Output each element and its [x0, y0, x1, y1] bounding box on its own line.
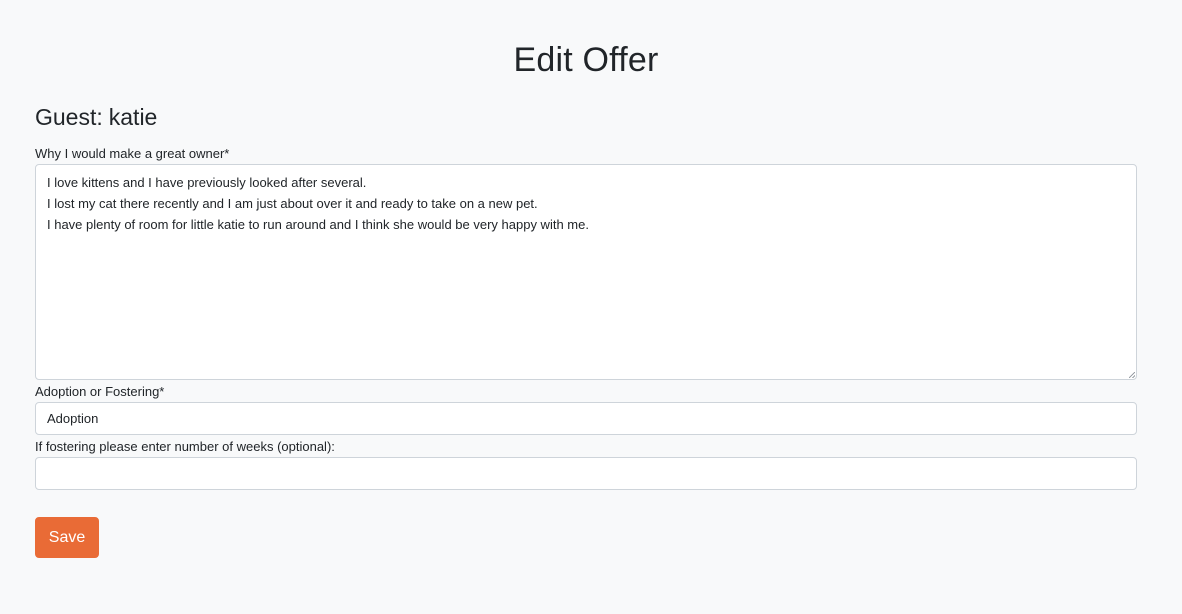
reason-line: I lost my cat there recently and I am ju…	[47, 196, 538, 211]
adoption-fostering-label: Adoption or Fostering*	[35, 384, 165, 399]
weeks-input[interactable]	[35, 457, 1137, 490]
page-title: Edit Offer	[513, 41, 659, 79]
edit-offer-page: Edit Offer Guest: katie Why I would make …	[0, 0, 1182, 614]
adoption-fostering-input[interactable]: Adoption	[35, 402, 1137, 435]
save-button[interactable]: Save	[35, 517, 99, 558]
reason-line: I have plenty of room for little katie t…	[47, 217, 589, 232]
reason-label: Why I would make a great owner*	[35, 146, 230, 161]
reason-textarea[interactable]: I love kittens and I have previously loo…	[35, 164, 1137, 380]
guest-heading: Guest: katie	[35, 102, 1137, 132]
guest-name: katie	[108, 104, 158, 130]
reason-line: I love kittens and I have previously loo…	[47, 175, 367, 190]
resize-grip-icon[interactable]	[1129, 372, 1135, 378]
weeks-label: If fostering please enter number of week…	[35, 439, 335, 454]
guest-label: Guest:	[35, 104, 103, 130]
